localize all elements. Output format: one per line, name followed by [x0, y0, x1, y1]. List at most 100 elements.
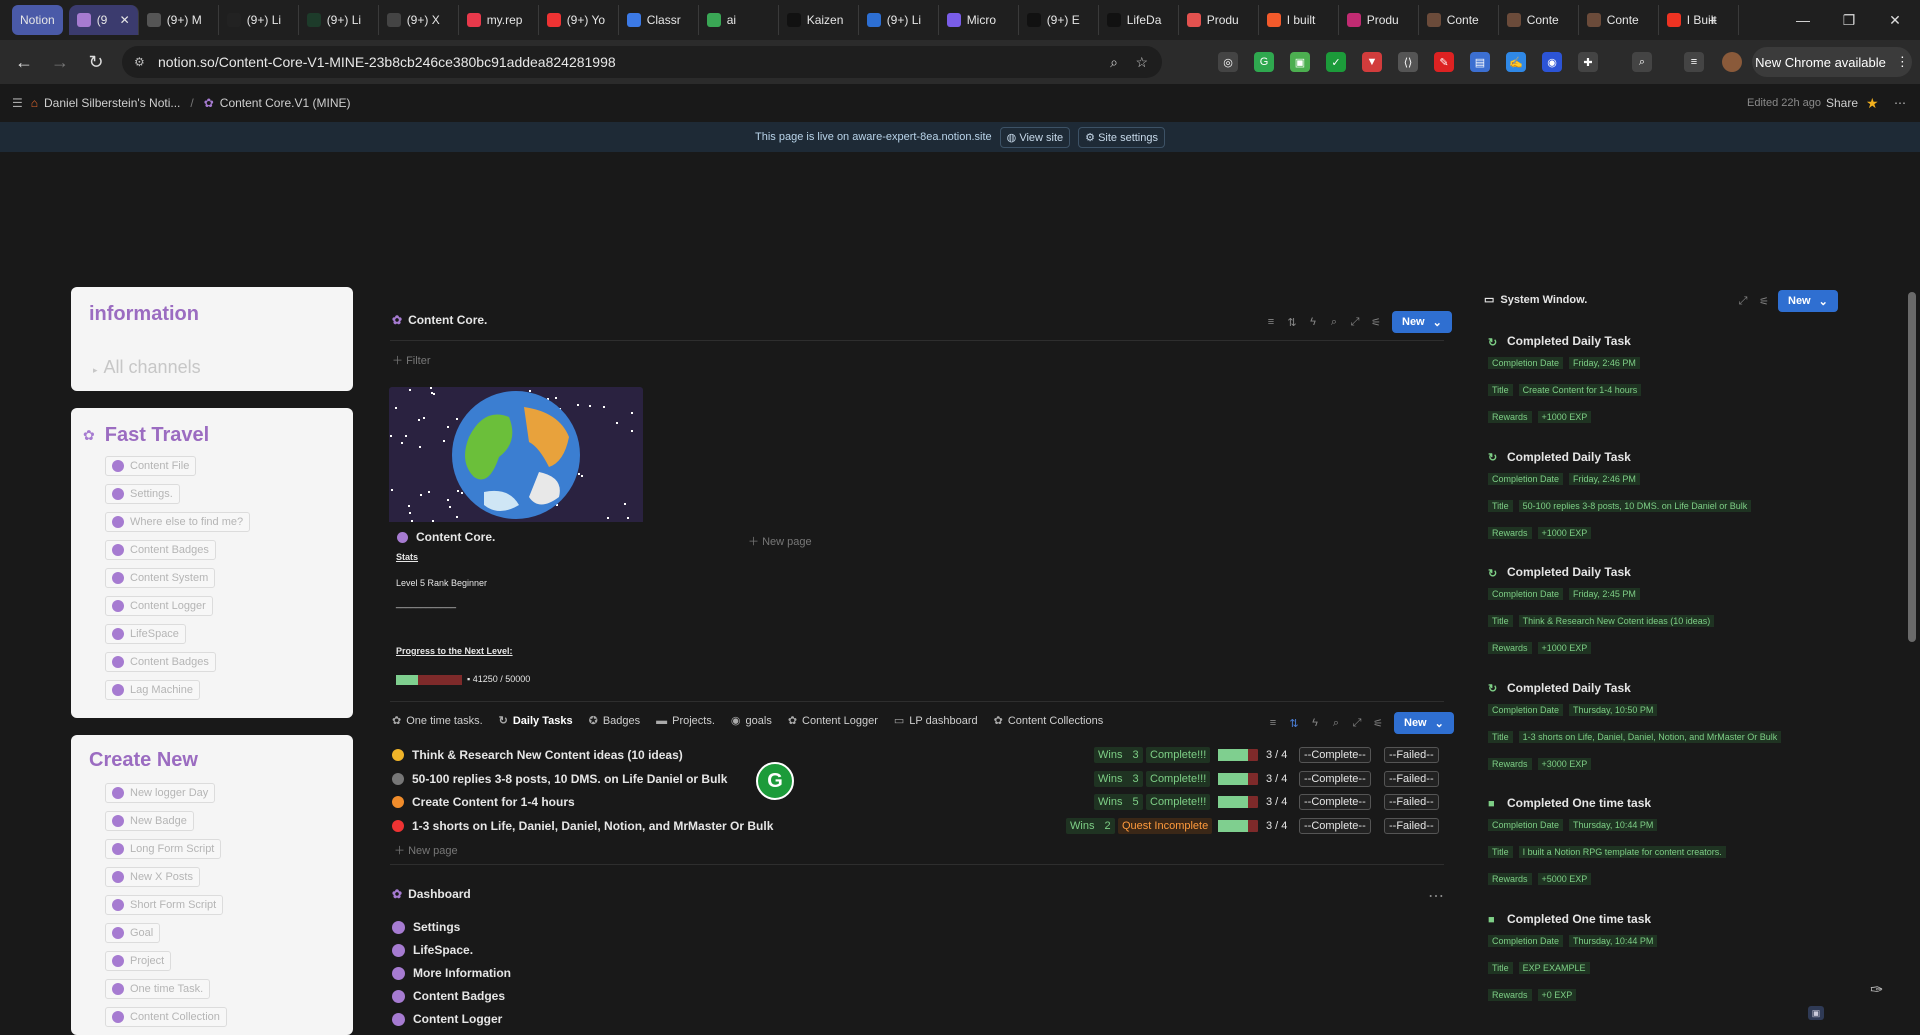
earth-cover-image[interactable]: [389, 387, 643, 522]
new-page-button-2[interactable]: ＋ New page: [394, 842, 458, 858]
extensions-icon[interactable]: ✚: [1578, 52, 1598, 72]
grammarly-floating-icon[interactable]: G: [756, 762, 794, 800]
new-page-button[interactable]: ＋ New page: [748, 533, 812, 549]
list-item-button[interactable]: Content Collection: [105, 1007, 227, 1027]
view-tab[interactable]: ✿ One time tasks.: [392, 714, 483, 728]
forward-icon[interactable]: →: [42, 44, 78, 80]
dashboard-link[interactable]: More Information: [392, 963, 511, 983]
tasks-new-button[interactable]: New ⌄: [1394, 712, 1454, 734]
search-icon[interactable]: ⌕: [1327, 315, 1341, 329]
view-tab[interactable]: ◉ goals: [731, 714, 772, 728]
close-window-icon[interactable]: ✕: [1872, 0, 1918, 40]
system-window-new-button[interactable]: New ⌄: [1778, 290, 1838, 312]
sort-icon[interactable]: ⇅: [1287, 716, 1301, 730]
list-item-button[interactable]: Lag Machine: [105, 680, 200, 700]
automation-icon[interactable]: ϟ: [1308, 716, 1322, 730]
dashboard-link[interactable]: LifeSpace.: [392, 940, 473, 960]
new-tab-button[interactable]: +: [1690, 0, 1736, 40]
pen-ext-icon[interactable]: ✎: [1434, 52, 1454, 72]
expand-icon[interactable]: ⤢: [1350, 716, 1364, 730]
automation-icon[interactable]: ϟ: [1306, 315, 1320, 329]
zoom-icon[interactable]: ⌕: [1110, 54, 1118, 71]
sidebar-toggle-icon[interactable]: ☰: [12, 96, 23, 110]
system-entry[interactable]: ■ Completed One time task: [1488, 912, 1651, 926]
filter-button[interactable]: ＋ Filter: [392, 352, 431, 368]
favorite-star-icon[interactable]: ★: [1866, 95, 1879, 112]
list-item-button[interactable]: New logger Day: [105, 783, 216, 803]
browser-tab[interactable]: (9+) Li: [219, 5, 299, 35]
browser-tab[interactable]: LifeDa: [1099, 5, 1179, 35]
pocket-ext-icon[interactable]: ▼: [1362, 52, 1382, 72]
close-tab-icon[interactable]: ✕: [120, 13, 130, 27]
dashboard-more-icon[interactable]: ⋯: [1428, 886, 1444, 906]
browser-tab[interactable]: (9+) M: [139, 5, 219, 35]
back-icon[interactable]: ←: [6, 44, 42, 80]
list-item-button[interactable]: LifeSpace: [105, 624, 186, 644]
site-info-icon[interactable]: ⚙: [134, 55, 145, 69]
list-item-button[interactable]: Content Logger: [105, 596, 213, 616]
view-tab[interactable]: ↻ Daily Tasks: [499, 714, 573, 728]
view-tab[interactable]: ✿ Content Collections: [994, 714, 1104, 728]
list-item-button[interactable]: Content Badges: [105, 652, 216, 672]
filter-icon[interactable]: ≡: [1266, 716, 1280, 730]
list-item-button[interactable]: Settings.: [105, 484, 180, 504]
chat-icon[interactable]: ▣: [1808, 1006, 1824, 1020]
settings-icon[interactable]: ⚟: [1371, 716, 1385, 730]
browser-tab[interactable]: Produ: [1339, 5, 1419, 35]
browser-tab[interactable]: Conte: [1499, 5, 1579, 35]
breadcrumb-page[interactable]: Content Core.V1 (MINE): [220, 96, 351, 110]
settings-icon[interactable]: ⚟: [1757, 294, 1771, 308]
android-ext-icon[interactable]: ▣: [1290, 52, 1310, 72]
list-item-button[interactable]: Short Form Script: [105, 895, 224, 915]
failed-button[interactable]: --Failed--: [1384, 794, 1439, 810]
system-entry[interactable]: ↻ Completed Daily Task: [1488, 450, 1631, 465]
browser-tab[interactable]: Notion: [12, 5, 63, 35]
system-entry[interactable]: ■ Completed One time task: [1488, 796, 1651, 810]
chrome-update-button[interactable]: New Chrome available ⋮: [1752, 47, 1912, 77]
list-item-button[interactable]: Goal: [105, 923, 161, 943]
expand-icon[interactable]: ⤢: [1348, 315, 1362, 329]
complete-button[interactable]: --Complete--: [1299, 817, 1371, 834]
list-item-button[interactable]: New Badge: [105, 811, 194, 831]
view-tab[interactable]: ✪ Badges: [589, 714, 641, 728]
dashboard-link[interactable]: Settings: [392, 917, 460, 937]
sort-icon[interactable]: ⇅: [1285, 315, 1299, 329]
search-icon[interactable]: ⌕: [1329, 716, 1343, 730]
browser-tab[interactable]: Produ: [1179, 5, 1259, 35]
share-button[interactable]: Share: [1826, 96, 1858, 110]
view-tab[interactable]: ▭ LP dashboard: [894, 714, 978, 728]
browser-tab[interactable]: my.rep: [459, 5, 539, 35]
browser-tab[interactable]: I built: [1259, 5, 1339, 35]
list-item-button[interactable]: Content File: [105, 456, 197, 476]
view-site-button[interactable]: ◍ View site: [999, 126, 1071, 148]
code-ext-icon[interactable]: ⟨⟩: [1398, 52, 1418, 72]
content-core-new-button[interactable]: New ⌄: [1392, 311, 1452, 333]
browser-tab[interactable]: (9 ✕: [68, 5, 139, 35]
expand-icon[interactable]: ⤢: [1736, 294, 1750, 308]
settings-icon[interactable]: ⚟: [1369, 315, 1383, 329]
browser-tab[interactable]: (9+) Yo: [539, 5, 619, 35]
list-item-button[interactable]: Content System: [105, 568, 216, 588]
task-row[interactable]: Think & Research New Content ideas (10 i…: [392, 744, 683, 766]
task-row[interactable]: Create Content for 1-4 hours: [392, 791, 575, 813]
feather-icon[interactable]: ✑: [1870, 980, 1883, 1000]
view-tab[interactable]: ▬ Projects.: [656, 714, 715, 727]
browser-tab[interactable]: Kaizen: [779, 5, 859, 35]
browser-tab[interactable]: ai: [699, 5, 779, 35]
task-row[interactable]: 1-3 shorts on Life, Daniel, Daniel, Noti…: [392, 815, 773, 837]
filter-icon[interactable]: ≡: [1264, 315, 1278, 329]
list-item-button[interactable]: Project: [105, 951, 172, 971]
reload-icon[interactable]: ↻: [78, 44, 114, 80]
content-core-card[interactable]: Content Core. Stats Level 5 Rank Beginne…: [389, 522, 643, 692]
profile-avatar[interactable]: [1722, 52, 1742, 72]
list-item-button[interactable]: Content Badges: [105, 540, 216, 560]
check-ext-icon[interactable]: ✓: [1326, 52, 1346, 72]
view-tab[interactable]: ✿ Content Logger: [788, 714, 878, 728]
address-bar[interactable]: ⚙ notion.so/Content-Core-V1-MINE-23b8cb2…: [122, 46, 1162, 78]
minimize-icon[interactable]: —: [1780, 0, 1826, 40]
complete-button[interactable]: --Complete--: [1299, 794, 1371, 810]
all-channels-toggle[interactable]: ▸ All channels: [93, 357, 201, 378]
complete-button[interactable]: --Complete--: [1299, 770, 1371, 787]
browser-tab[interactable]: Micro: [939, 5, 1019, 35]
failed-button[interactable]: --Failed--: [1384, 770, 1439, 787]
